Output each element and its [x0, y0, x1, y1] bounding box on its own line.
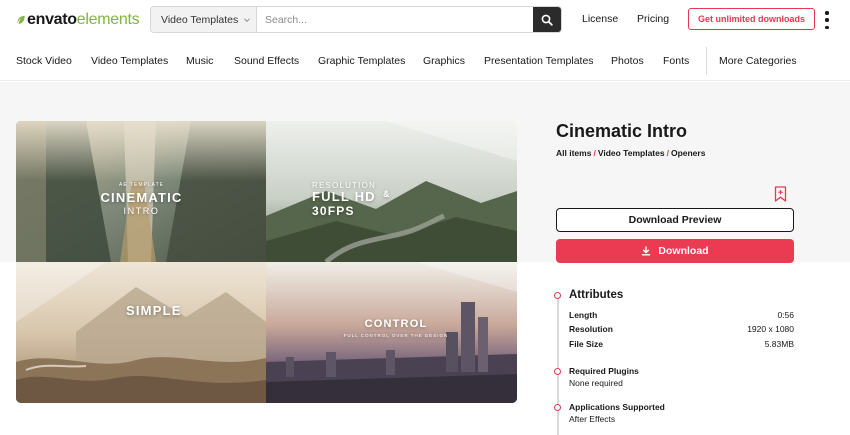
- chevron-down-icon: [244, 17, 251, 22]
- more-options-icon[interactable]: [823, 11, 831, 29]
- applications-supported-value: After Effects: [569, 414, 616, 424]
- item-title: Cinematic Intro: [556, 121, 688, 141]
- attr-value-length: 0:56: [777, 310, 794, 320]
- tile2-amp: &: [383, 189, 390, 199]
- attr-label-length: Length: [569, 310, 598, 320]
- logo-word-elements: elements: [76, 11, 140, 28]
- timeline-dot-attributes: [554, 292, 561, 299]
- tile4-heading: CONTROL: [364, 318, 428, 330]
- download-button-label: Download: [658, 245, 709, 257]
- tile3-text: SIMPLE: [126, 304, 236, 318]
- tile1-heading: CINEMATIC: [100, 190, 183, 205]
- search-category-label: Video Templates: [161, 13, 239, 26]
- attr-label-resolution: Resolution: [569, 324, 613, 334]
- tile2-line3: 30FPS: [312, 204, 355, 218]
- breadcrumb: All items / Video Templates / Openers: [556, 148, 706, 158]
- attr-value-resolution: 1920 x 1080: [747, 324, 794, 334]
- download-icon: [642, 246, 651, 256]
- search-button[interactable]: [533, 7, 561, 32]
- nav-item-video-templates[interactable]: Video Templates: [91, 55, 168, 67]
- get-unlimited-downloads-button[interactable]: Get unlimited downloads: [688, 8, 815, 30]
- attr-value-file-size: 5.83MB: [764, 339, 794, 349]
- nav-item-stock-video[interactable]: Stock Video: [16, 55, 72, 67]
- download-button[interactable]: Download: [556, 239, 794, 263]
- tile4-caption: FULL CONTROL OVER THE DESIGN: [343, 333, 449, 338]
- search-input[interactable]: [257, 7, 533, 32]
- logo-word-envato: envato: [27, 11, 77, 28]
- nav-item-fonts[interactable]: Fonts: [663, 55, 689, 67]
- breadcrumb-all-items[interactable]: All items: [556, 148, 591, 158]
- tile1-text: AE TEMPLATE CINEMATIC INTRO: [74, 182, 209, 216]
- tile2-line2: FULL HD: [312, 189, 376, 204]
- bookmark-icon[interactable]: [774, 186, 787, 202]
- nav-item-music[interactable]: Music: [186, 55, 213, 67]
- timeline-dot-plugins: [554, 368, 561, 375]
- applications-supported-heading: Applications Supported: [569, 402, 665, 412]
- tile2-text: RESOLUTION FULL HD 30FPS: [312, 181, 392, 218]
- tile4-text: CONTROL FULL CONTROL OVER THE DESIGN: [316, 317, 476, 338]
- envato-elements-logo[interactable]: envato elements: [16, 10, 140, 30]
- attributes-heading: Attributes: [569, 289, 624, 301]
- nav-item-presentation-templates[interactable]: Presentation Templates: [484, 55, 594, 67]
- leaf-icon: [17, 15, 25, 24]
- details-timeline: [557, 292, 559, 435]
- breadcrumb-video-templates[interactable]: Video Templates: [598, 148, 665, 158]
- preview-tile-simple: [16, 262, 266, 403]
- attr-label-file-size: File Size: [569, 339, 604, 349]
- tile1-small-caption: AE TEMPLATE: [119, 182, 164, 188]
- nav-item-graphics[interactable]: Graphics: [423, 55, 465, 67]
- license-link[interactable]: License: [582, 13, 618, 25]
- search-bar: Video Templates: [150, 6, 562, 33]
- nav-item-graphic-templates[interactable]: Graphic Templates: [318, 55, 405, 67]
- category-nav: Stock Video Video Templates Music Sound …: [0, 41, 850, 81]
- nav-item-more-categories[interactable]: More Categories: [719, 55, 797, 67]
- tile3-heading: SIMPLE: [126, 303, 182, 318]
- breadcrumb-openers[interactable]: Openers: [671, 148, 706, 158]
- nav-item-sound-effects[interactable]: Sound Effects: [234, 55, 299, 67]
- required-plugins-heading: Required Plugins: [569, 366, 639, 376]
- search-category-select[interactable]: Video Templates: [151, 7, 257, 32]
- download-preview-button[interactable]: Download Preview: [556, 208, 794, 232]
- tile1-subheading: INTRO: [123, 206, 160, 216]
- item-preview-image[interactable]: AE TEMPLATE CINEMATIC INTRO RESOLUTION F…: [16, 121, 517, 403]
- timeline-dot-apps: [554, 404, 561, 411]
- pricing-link[interactable]: Pricing: [637, 13, 669, 25]
- nav-divider: [706, 47, 707, 75]
- top-header: envatoelements Video Templates License P…: [0, 0, 850, 40]
- required-plugins-value: None required: [569, 378, 623, 388]
- nav-item-photos[interactable]: Photos: [611, 55, 644, 67]
- search-icon: [541, 14, 553, 26]
